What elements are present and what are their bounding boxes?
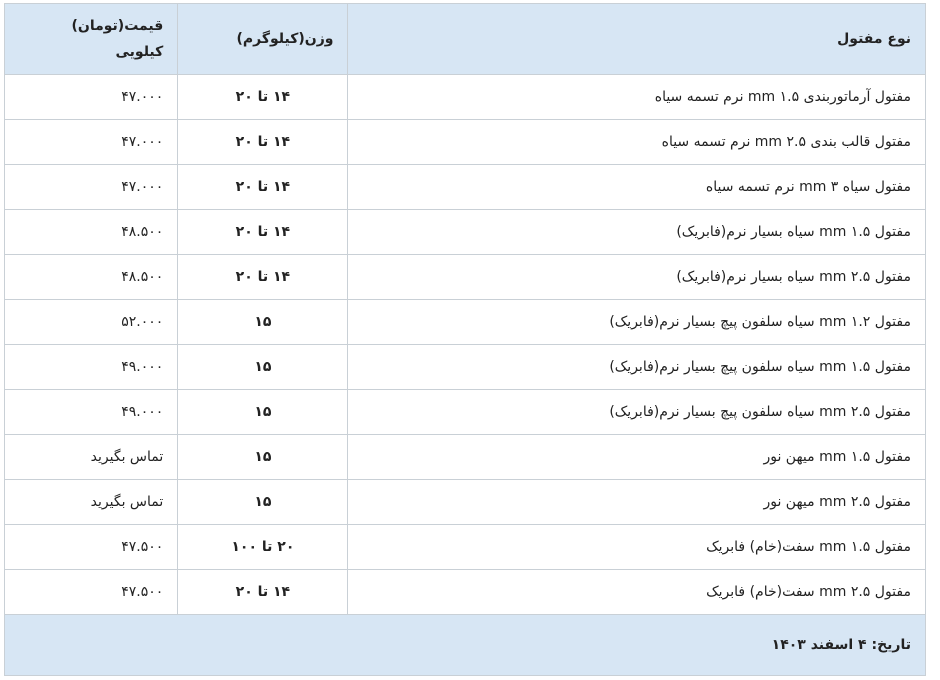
table-row: مفتول ۱.۲ mm سیاه سلفون پیچ بسیار نرم(فا… [3, 299, 926, 345]
cell-type: مفتول ۲.۵ mm سفت(خام) فابریک [347, 569, 926, 615]
cell-type: مفتول ۱.۵ mm میهن نور [347, 434, 926, 480]
cell-weight: ۱۴ تا ۲۰ [177, 74, 349, 120]
price-table-container: نوع مفتول وزن(کیلوگرم) قیمت(تومان) کیلوی… [3, 3, 926, 676]
cell-type: مفتول آرماتوربندی ۱.۵ mm نرم تسمه سیاه [347, 74, 926, 120]
cell-weight: ۱۴ تا ۲۰ [177, 209, 349, 255]
cell-weight: ۱۵ [177, 299, 349, 345]
cell-price: ۴۹.۰۰۰ [3, 344, 179, 390]
cell-type: مفتول ۱.۲ mm سیاه سلفون پیچ بسیار نرم(فا… [347, 299, 926, 345]
cell-weight: ۲۰ تا ۱۰۰ [177, 524, 349, 570]
cell-weight: ۱۵ [177, 389, 349, 435]
cell-price: تماس بگیرید [3, 479, 179, 525]
cell-type: مفتول ۱.۵ mm سیاه سلفون پیچ بسیار نرم(فا… [347, 344, 926, 390]
cell-type: مفتول ۲.۵ mm سیاه بسیار نرم(فابریک) [347, 254, 926, 300]
table-row: مفتول ۲.۵ mm سیاه بسیار نرم(فابریک) ۱۴ ت… [3, 254, 926, 300]
cell-price: ۵۲.۰۰۰ [3, 299, 179, 345]
cell-type: مفتول ۱.۵ mm سیاه بسیار نرم(فابریک) [347, 209, 926, 255]
cell-weight: ۱۵ [177, 344, 349, 390]
table-footer-row: تاریخ: ۴ اسفند ۱۴۰۳ [4, 614, 926, 676]
cell-price: تماس بگیرید [3, 434, 179, 480]
footer-date: تاریخ: ۴ اسفند ۱۴۰۳ [4, 614, 926, 676]
table-header-row: نوع مفتول وزن(کیلوگرم) قیمت(تومان) کیلوی… [3, 3, 926, 75]
table-row: مفتول ۱.۵ mm سیاه سلفون پیچ بسیار نرم(فا… [3, 344, 926, 390]
cell-type: مفتول سیاه ۳ mm نرم تسمه سیاه [347, 164, 926, 210]
table-row: مفتول قالب بندی ۲.۵ mm نرم تسمه سیاه ۱۴ … [3, 119, 926, 165]
table-row: مفتول ۱.۵ mm میهن نور ۱۵ تماس بگیرید [3, 434, 926, 480]
table-row: مفتول سیاه ۳ mm نرم تسمه سیاه ۱۴ تا ۲۰ ۴… [3, 164, 926, 210]
header-price-line2: کیلویی [115, 44, 164, 60]
cell-price: ۴۷.۵۰۰ [3, 524, 179, 570]
header-price: قیمت(تومان) کیلویی [3, 3, 179, 75]
price-table: نوع مفتول وزن(کیلوگرم) قیمت(تومان) کیلوی… [3, 3, 926, 676]
table-row: مفتول ۱.۵ mm سیاه بسیار نرم(فابریک) ۱۴ ت… [3, 209, 926, 255]
header-price-line1: قیمت(تومان) [71, 18, 164, 34]
header-type: نوع مفتول [347, 3, 926, 75]
cell-weight: ۱۴ تا ۲۰ [177, 569, 349, 615]
cell-price: ۴۷.۵۰۰ [3, 569, 179, 615]
cell-type: مفتول ۲.۵ mm میهن نور [347, 479, 926, 525]
cell-type: مفتول ۱.۵ mm سفت(خام) فابریک [347, 524, 926, 570]
cell-weight: ۱۵ [177, 434, 349, 480]
cell-type: مفتول ۲.۵ mm سیاه سلفون پیچ بسیار نرم(فا… [347, 389, 926, 435]
table-row: مفتول ۱.۵ mm سفت(خام) فابریک ۲۰ تا ۱۰۰ ۴… [3, 524, 926, 570]
cell-price: ۴۸.۵۰۰ [3, 254, 179, 300]
cell-weight: ۱۴ تا ۲۰ [177, 254, 349, 300]
cell-type: مفتول قالب بندی ۲.۵ mm نرم تسمه سیاه [347, 119, 926, 165]
table-row: مفتول ۲.۵ mm میهن نور ۱۵ تماس بگیرید [3, 479, 926, 525]
table-row: مفتول ۲.۵ mm سیاه سلفون پیچ بسیار نرم(فا… [3, 389, 926, 435]
cell-weight: ۱۵ [177, 479, 349, 525]
cell-price: ۴۷.۰۰۰ [3, 119, 179, 165]
cell-weight: ۱۴ تا ۲۰ [177, 164, 349, 210]
table-row: مفتول ۲.۵ mm سفت(خام) فابریک ۱۴ تا ۲۰ ۴۷… [3, 569, 926, 615]
table-row: مفتول آرماتوربندی ۱.۵ mm نرم تسمه سیاه ۱… [3, 74, 926, 120]
cell-price: ۴۹.۰۰۰ [3, 389, 179, 435]
cell-weight: ۱۴ تا ۲۰ [177, 119, 349, 165]
cell-price: ۴۷.۰۰۰ [3, 74, 179, 120]
cell-price: ۴۷.۰۰۰ [3, 164, 179, 210]
header-weight: وزن(کیلوگرم) [177, 3, 349, 75]
cell-price: ۴۸.۵۰۰ [3, 209, 179, 255]
